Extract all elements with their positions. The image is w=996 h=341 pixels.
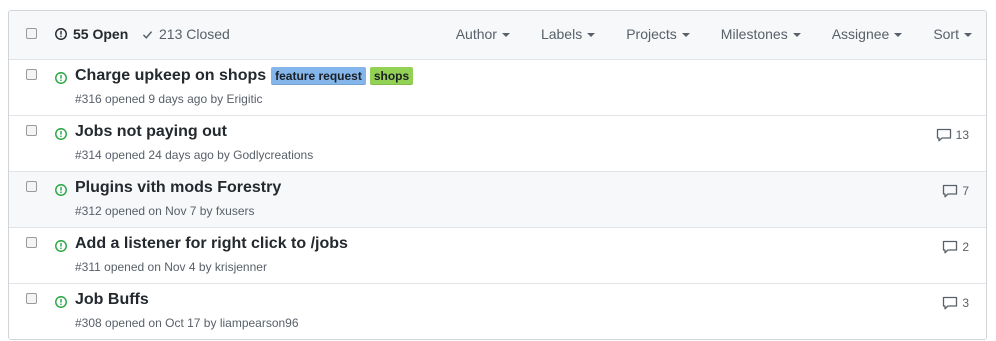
chevron-down-icon — [501, 33, 510, 37]
issue-number: #311 — [75, 260, 101, 274]
label-shops[interactable]: shops — [369, 67, 414, 85]
issue-row: Job Buffs #308 opened on Oct 17 by liamp… — [9, 284, 986, 339]
issue-title-link[interactable]: Jobs not paying out — [75, 123, 227, 141]
open-issues-filter[interactable]: 55 Open — [54, 26, 128, 42]
issue-author-link[interactable]: liampearson96 — [220, 316, 299, 330]
sort-filter-label: Sort — [933, 26, 959, 42]
issue-row: Charge upkeep on shops feature request s… — [9, 60, 986, 116]
issue-title-link[interactable]: Plugins vith mods Forestry — [75, 179, 281, 197]
assignee-filter[interactable]: Assignee — [832, 26, 903, 42]
chevron-down-icon — [894, 33, 903, 37]
issue-row: Jobs not paying out #314 opened 24 days … — [9, 116, 986, 172]
issue-opened-icon — [55, 128, 67, 140]
open-count-label: 55 Open — [73, 26, 129, 42]
labels-filter[interactable]: Labels — [540, 26, 596, 42]
comment-count: 13 — [955, 128, 969, 142]
issue-meta: #314 opened 24 days ago by Godlycreation… — [75, 148, 313, 162]
projects-filter-label: Projects — [626, 26, 677, 42]
author-filter[interactable]: Author — [456, 26, 510, 42]
comment-icon — [943, 296, 958, 310]
issue-meta: #311 opened on Nov 4 by krisjenner — [75, 260, 267, 274]
issue-row: Plugins vith mods Forestry #312 opened o… — [9, 172, 986, 228]
assignee-filter-label: Assignee — [831, 26, 890, 42]
closed-count-label: 213 Closed — [159, 26, 230, 42]
milestones-filter-label: Milestones — [720, 26, 788, 42]
issue-title-link[interactable]: Add a listener for right click to /jobs — [75, 235, 348, 253]
select-all-checkbox[interactable] — [26, 28, 37, 39]
issue-number: #314 — [75, 148, 102, 162]
issue-opened-text: opened 24 days ago by — [105, 148, 230, 162]
issue-checkbox[interactable] — [26, 69, 37, 80]
label-feature-request[interactable]: feature request — [271, 67, 366, 85]
issue-number: #308 — [75, 316, 102, 330]
issue-title-link[interactable]: Charge upkeep on shops — [75, 67, 266, 85]
issue-author-link[interactable]: fxusers — [216, 204, 255, 218]
issue-opened-icon — [55, 240, 67, 252]
comment-count: 7 — [962, 184, 969, 198]
milestones-filter[interactable]: Milestones — [721, 26, 801, 42]
issues-list-box: 55 Open 213 Closed Author Labels Project… — [8, 10, 987, 340]
issue-row: Add a listener for right click to /jobs … — [9, 228, 986, 284]
chevron-down-icon — [792, 33, 801, 37]
issue-author-link[interactable]: Erigitic — [227, 92, 263, 106]
author-filter-label: Author — [455, 26, 497, 42]
issue-checkbox[interactable] — [26, 237, 37, 248]
issue-author-link[interactable]: krisjenner — [215, 260, 267, 274]
filter-bar: Author Labels Projects Milestones Assign… — [425, 26, 972, 42]
issue-meta: #308 opened on Oct 17 by liampearson96 — [75, 316, 299, 330]
issue-checkbox[interactable] — [26, 125, 37, 136]
comments-link[interactable]: 7 — [942, 184, 969, 198]
chevron-down-icon — [587, 33, 596, 37]
issue-meta: #312 opened on Nov 7 by fxusers — [75, 204, 255, 218]
comments-link[interactable]: 3 — [942, 296, 969, 310]
comment-icon — [943, 240, 958, 254]
issue-meta: #316 opened 9 days ago by Erigitic — [75, 92, 263, 106]
issue-opened-icon — [55, 296, 67, 308]
issue-opened-text: opened on Nov 7 by — [105, 204, 213, 218]
issue-number: #312 — [75, 204, 102, 218]
projects-filter[interactable]: Projects — [626, 26, 690, 42]
closed-issues-filter[interactable]: 213 Closed — [141, 26, 230, 42]
issue-opened-text: opened on Nov 4 by — [104, 260, 212, 274]
comment-icon — [936, 128, 951, 142]
issue-opened-icon — [55, 184, 67, 196]
issue-checkbox[interactable] — [26, 181, 37, 192]
chevron-down-icon — [681, 33, 690, 37]
issue-checkbox[interactable] — [26, 293, 37, 304]
comment-count: 3 — [962, 296, 969, 310]
comment-count: 2 — [962, 240, 969, 254]
issue-number: #316 — [75, 92, 102, 106]
comments-link[interactable]: 2 — [942, 240, 969, 254]
check-icon — [142, 30, 153, 39]
sort-filter[interactable]: Sort — [933, 26, 972, 42]
issue-opened-text: opened 9 days ago by — [105, 92, 224, 106]
issue-opened-icon — [55, 72, 67, 84]
labels-filter-label: Labels — [540, 26, 583, 42]
comment-icon — [943, 184, 958, 198]
issue-opened-text: opened on Oct 17 by — [105, 316, 217, 330]
issue-title-link[interactable]: Job Buffs — [75, 291, 149, 309]
issue-opened-icon — [55, 28, 67, 40]
comments-link[interactable]: 13 — [936, 128, 969, 142]
issue-author-link[interactable]: Godlycreations — [233, 148, 313, 162]
issues-list-header: 55 Open 213 Closed Author Labels Project… — [9, 11, 986, 60]
chevron-down-icon — [964, 33, 972, 37]
